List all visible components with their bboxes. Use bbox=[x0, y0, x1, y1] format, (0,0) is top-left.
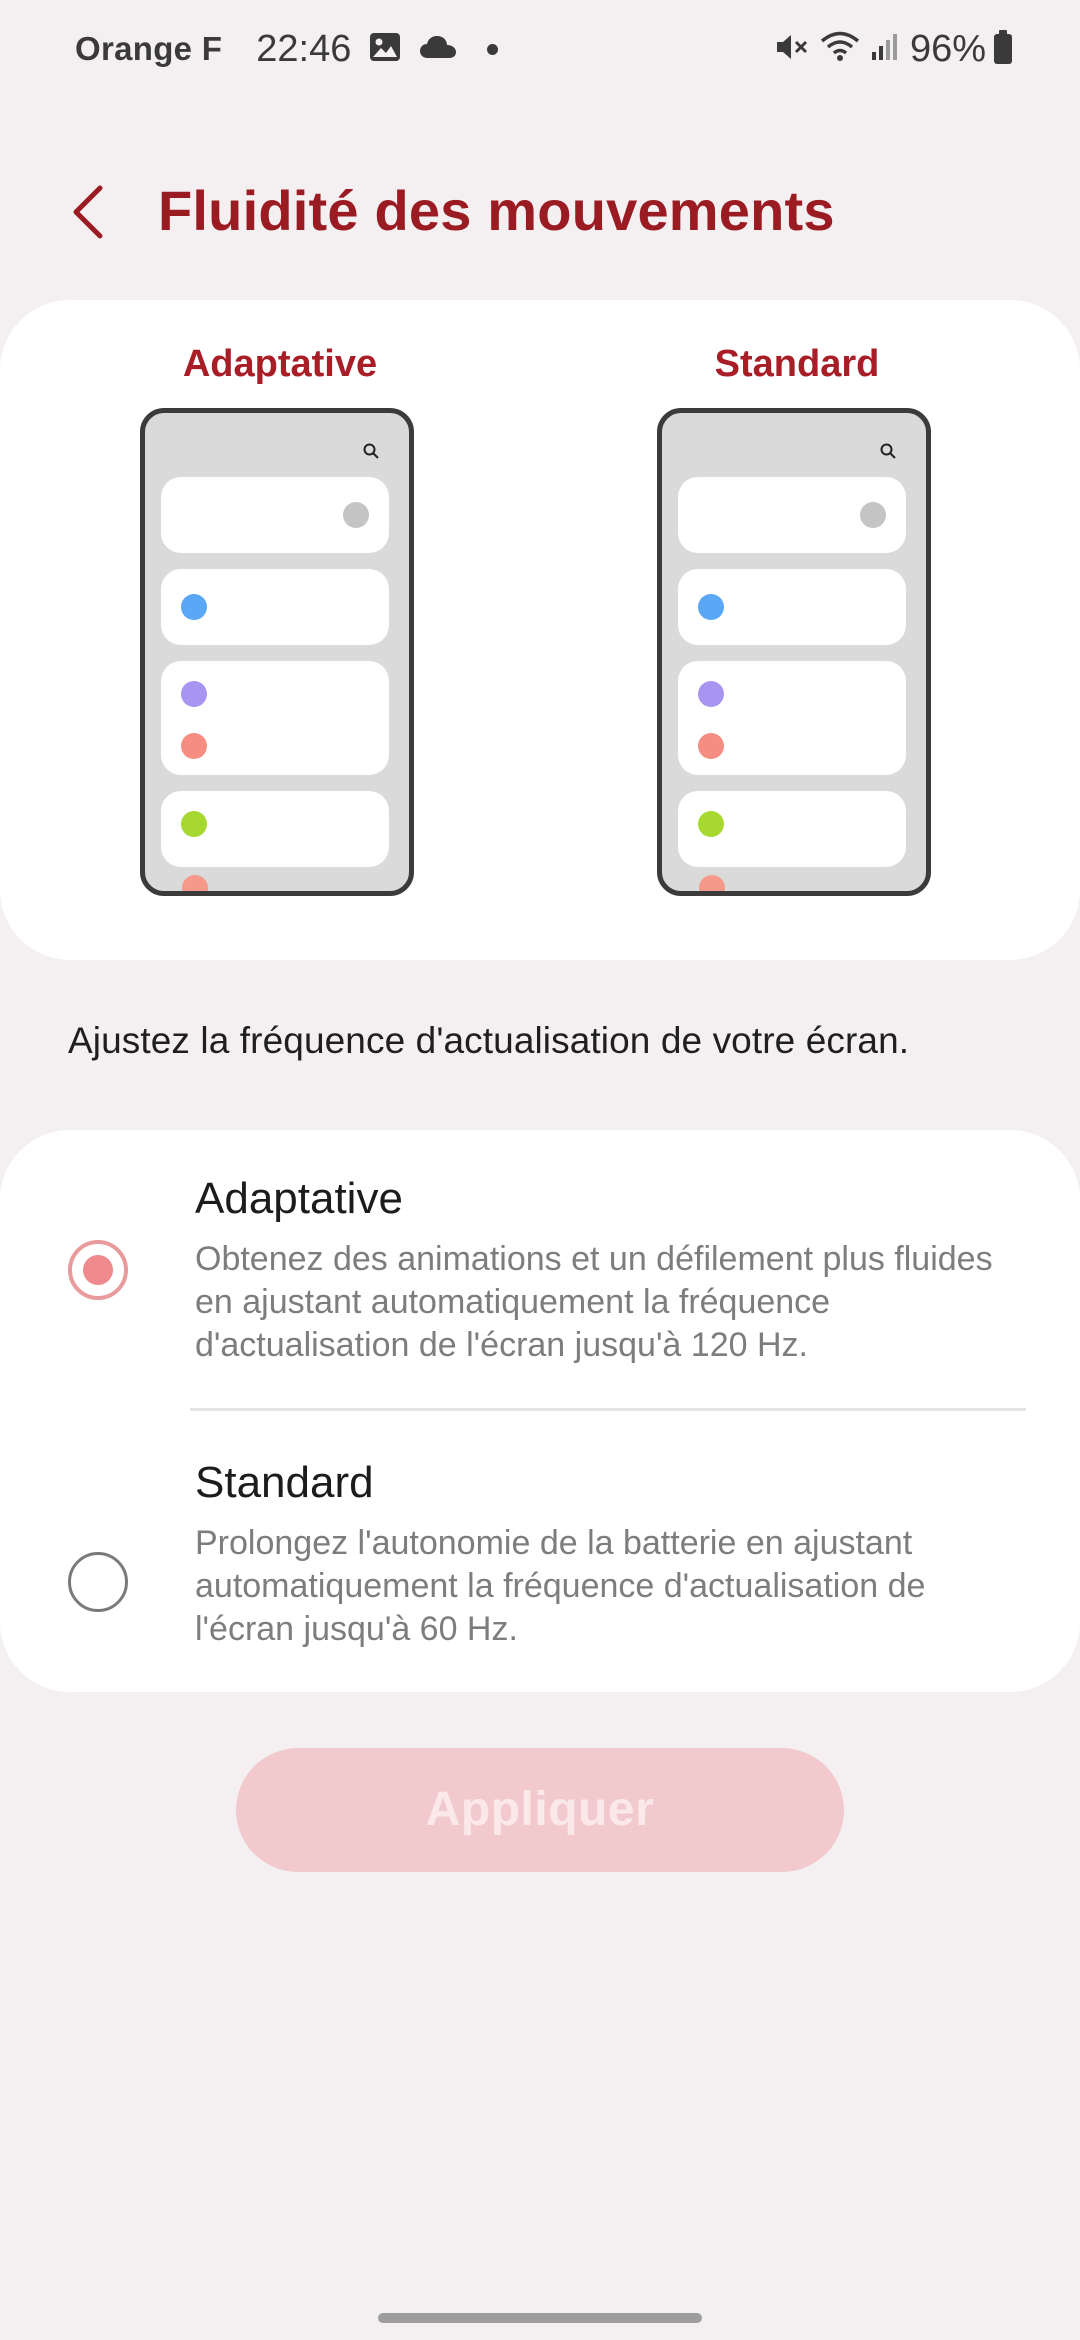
gesture-nav-handle[interactable] bbox=[378, 2313, 702, 2323]
status-bar-right: 96% bbox=[774, 24, 1012, 74]
gallery-icon bbox=[369, 32, 401, 67]
carrier-name: Orange F bbox=[75, 30, 223, 67]
page-title: Fluidité des mouvements bbox=[158, 179, 835, 242]
status-time: 22:46 bbox=[256, 27, 352, 70]
divider bbox=[190, 1408, 1026, 1411]
description-text: Ajustez la fréquence d'actualisation de … bbox=[68, 1020, 910, 1061]
preview-label-standard: Standard bbox=[714, 343, 880, 385]
option-adaptive[interactable]: Adaptative Obtenez des animations et un … bbox=[0, 1174, 1080, 1414]
back-button[interactable] bbox=[60, 180, 116, 244]
header: Fluidité des mouvements bbox=[0, 150, 1080, 270]
status-bar-left: Orange F 22:46 bbox=[75, 24, 499, 74]
preview-adaptive: Adaptative bbox=[140, 340, 420, 896]
preview-standard: Standard bbox=[657, 340, 937, 896]
status-bar: Orange F 22:46 96% bbox=[0, 0, 1080, 96]
chevron-left-icon bbox=[73, 185, 103, 239]
phone-illustration bbox=[140, 408, 414, 896]
battery-percentage: 96% bbox=[909, 27, 986, 70]
mini-card bbox=[678, 791, 906, 867]
options-card: Adaptative Obtenez des animations et un … bbox=[0, 1130, 1080, 1692]
mini-card bbox=[161, 661, 389, 775]
screen: Orange F 22:46 96% Fluidité des mouvemen… bbox=[0, 0, 1080, 2340]
option-title: Adaptative bbox=[195, 1174, 403, 1223]
signal-icon bbox=[870, 32, 900, 67]
search-icon bbox=[880, 443, 896, 459]
mini-card bbox=[161, 791, 389, 867]
option-description: Obtenez des animations et un défilement … bbox=[195, 1240, 993, 1364]
search-icon bbox=[363, 443, 379, 459]
mini-card bbox=[161, 569, 389, 645]
battery-icon bbox=[994, 30, 1012, 64]
radio-standard[interactable] bbox=[68, 1552, 128, 1612]
mini-card bbox=[678, 477, 906, 553]
option-title: Standard bbox=[195, 1458, 374, 1507]
option-description: Prolongez l'autonomie de la batterie en … bbox=[195, 1524, 926, 1648]
mini-card bbox=[678, 569, 906, 645]
radio-adaptive[interactable] bbox=[68, 1240, 128, 1300]
mini-card bbox=[678, 661, 906, 775]
wifi-icon bbox=[820, 31, 860, 68]
mute-icon bbox=[774, 31, 808, 68]
apply-button[interactable]: Appliquer bbox=[236, 1748, 844, 1872]
cloud-icon bbox=[419, 34, 457, 65]
option-standard[interactable]: Standard Prolongez l'autonomie de la bat… bbox=[0, 1458, 1080, 1678]
mini-card bbox=[161, 477, 389, 553]
phone-illustration bbox=[657, 408, 931, 896]
notification-dot-icon bbox=[487, 43, 499, 55]
preview-label-adaptive: Adaptative bbox=[182, 343, 378, 385]
preview-card: Adaptative Standard bbox=[0, 300, 1080, 960]
